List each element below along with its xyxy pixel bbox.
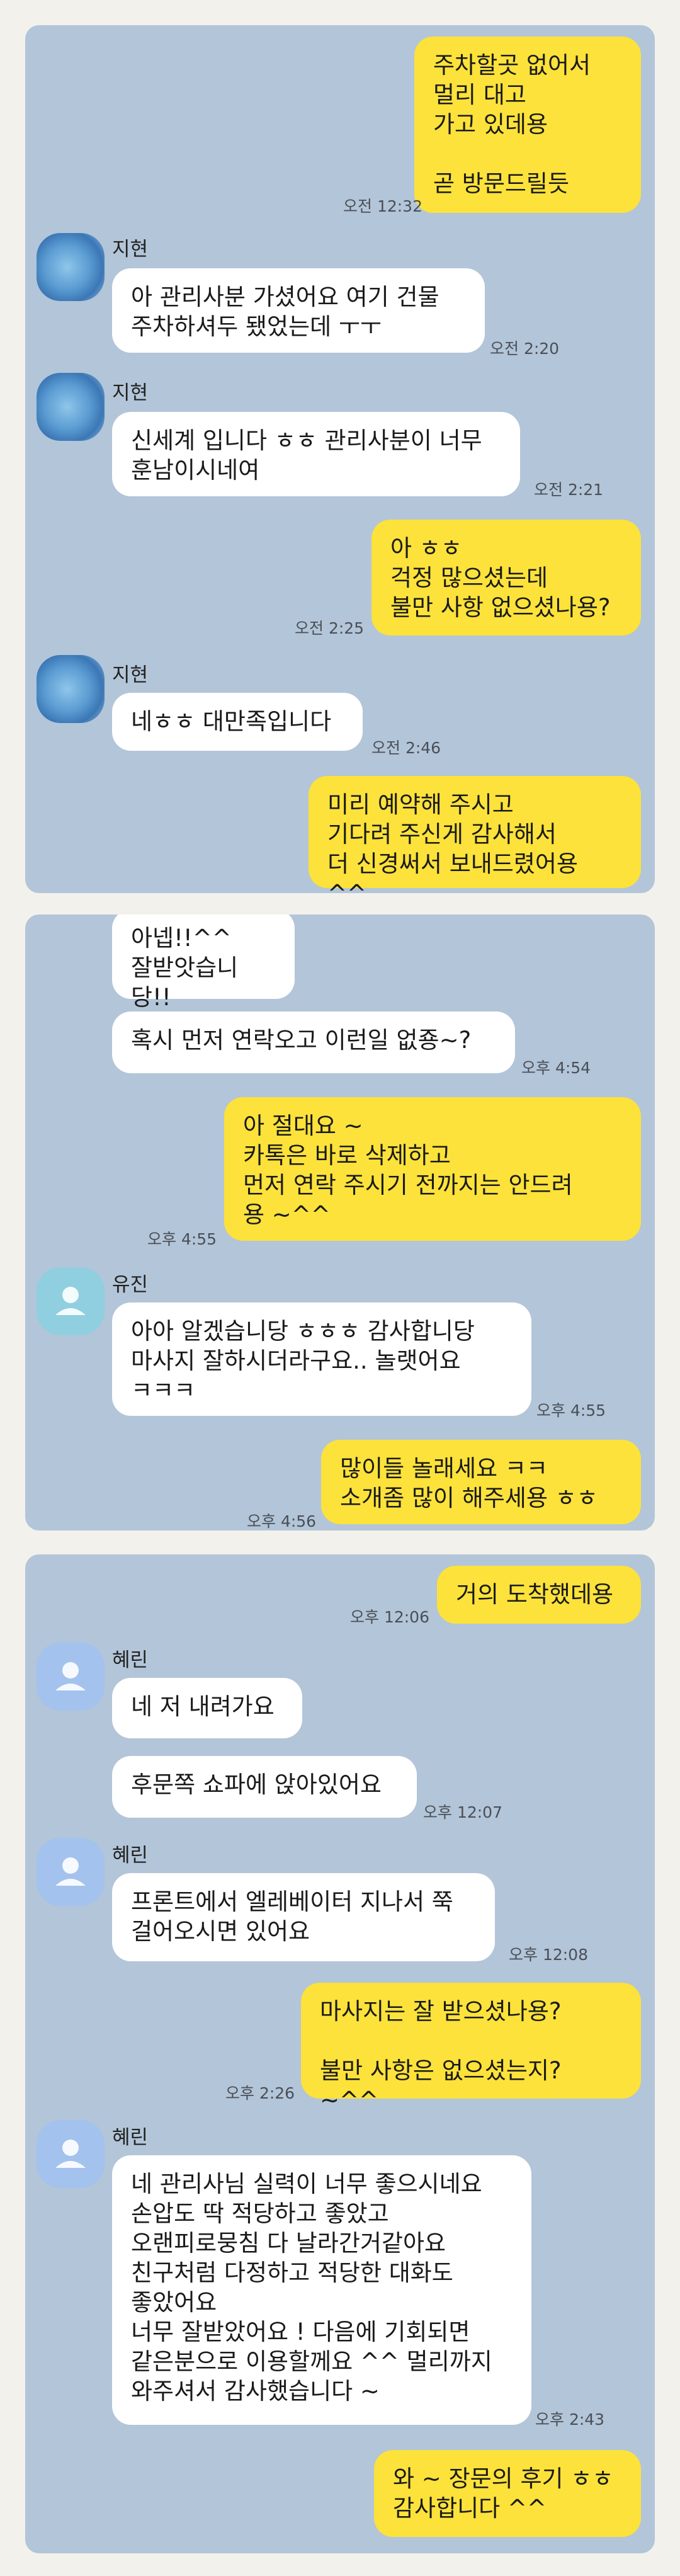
message-bubble-sent[interactable]: 미리 예약해 주시고 기다려 주신게 감사해서 더 신경써서 보내드렸어용 ^^ bbox=[309, 776, 641, 893]
sender-name: 혜린 bbox=[112, 2126, 149, 2149]
message-time: 오전 2:20 bbox=[490, 339, 560, 358]
message-time: 오후 12:08 bbox=[509, 1946, 588, 1964]
message-bubble-sent[interactable]: 와 ~ 장문의 후기 ㅎㅎ 감사합니다 ^^ bbox=[374, 2450, 641, 2537]
message-bubble-received[interactable]: 혹시 먼저 연락오고 이런일 없죵~? bbox=[112, 1012, 515, 1073]
message-time: 오후 2:43 bbox=[535, 2410, 605, 2429]
message-bubble-received[interactable]: 네ㅎㅎ 대만족입니다 bbox=[112, 693, 363, 751]
default-person-icon bbox=[55, 2140, 86, 2168]
message-time: 오후 12:07 bbox=[423, 1803, 502, 1821]
chat-panel-3: 거의 도착했데용 오후 12:06 혜린 네 저 내려가요 후문쪽 쇼파에 앉아… bbox=[25, 1554, 655, 2553]
message-bubble-sent[interactable]: 거의 도착했데용 bbox=[437, 1566, 641, 1624]
message-time: 오후 4:55 bbox=[536, 1401, 606, 1420]
message-bubble-sent[interactable]: 많이들 놀래세요 ㅋㅋ 소개좀 많이 해주세용 ㅎㅎ bbox=[321, 1440, 641, 1524]
message-bubble-sent[interactable]: 마사지는 잘 받으셨나용? 불만 사항은 없으셨는지? ~^^ bbox=[301, 1983, 641, 2114]
message-bubble-received[interactable]: 프론트에서 엘레베이터 지나서 쭉 걸어오시면 있어요 bbox=[112, 1873, 495, 1961]
message-bubble-sent[interactable]: 아 절대요 ~ 카톡은 바로 삭제하고 먼저 연락 주시기 전까지는 안드려 용… bbox=[224, 1097, 641, 1241]
message-time: 오후 4:54 bbox=[521, 1059, 591, 1077]
avatar[interactable] bbox=[37, 655, 105, 723]
message-bubble-received[interactable]: 아 관리사분 가셨어요 여기 건물 주차하셔두 됐었는데 ㅜㅜ bbox=[112, 268, 485, 353]
message-bubble-received[interactable]: 신세계 입니다 ㅎㅎ 관리사분이 너무 훈남이시네여 bbox=[112, 412, 520, 496]
message-time: 오전 2:21 bbox=[534, 481, 604, 499]
default-person-icon bbox=[55, 1287, 86, 1315]
message-bubble-received[interactable]: 아아 알겠습니당 ㅎㅎㅎ 감사합니당 마사지 잘하시더라구요.. 놀랫어요 ㅋㅋ… bbox=[112, 1302, 531, 1416]
message-bubble-received[interactable]: 네 관리사님 실력이 너무 좋으시네요 손압도 딱 적당하고 좋았고 오랜피로뭉… bbox=[112, 2155, 531, 2425]
message-bubble-sent[interactable]: 주차할곳 없어서 멀리 대고 가고 있데용 곧 방문드릴듯 bbox=[414, 37, 641, 213]
message-time: 오후 4:55 bbox=[147, 1230, 217, 1248]
avatar[interactable] bbox=[37, 1643, 105, 1711]
message-bubble-sent[interactable]: 아 ㅎㅎ 걱정 많으셨는데 불만 사항 없으셨나용? bbox=[371, 520, 641, 635]
avatar[interactable] bbox=[37, 1267, 105, 1335]
avatar[interactable] bbox=[37, 1838, 105, 1906]
sender-name: 지현 bbox=[112, 382, 149, 404]
sender-name: 혜린 bbox=[112, 1844, 149, 1867]
sender-name: 혜린 bbox=[112, 1649, 149, 1672]
chat-panel-2: 아넵!!^^ 잘받앗습니당!! 혹시 먼저 연락오고 이런일 없죵~? 오후 4… bbox=[25, 915, 655, 1530]
sender-name: 지현 bbox=[112, 664, 149, 687]
message-bubble-received[interactable]: 후문쪽 쇼파에 앉아있어요 bbox=[112, 1756, 417, 1818]
sender-name: 유진 bbox=[112, 1274, 149, 1296]
default-person-icon bbox=[55, 1662, 86, 1690]
message-time: 오후 4:56 bbox=[247, 1512, 317, 1530]
message-time: 오전 2:25 bbox=[295, 619, 365, 637]
message-time: 오전 12:32 bbox=[343, 197, 422, 215]
message-bubble-received[interactable]: 아넵!!^^ 잘받앗습니당!! bbox=[112, 915, 295, 1011]
default-person-icon bbox=[55, 1857, 86, 1886]
message-time: 오전 2:46 bbox=[371, 739, 441, 757]
chat-panel-1: 주차할곳 없어서 멀리 대고 가고 있데용 곧 방문드릴듯 오전 12:32 지… bbox=[25, 25, 655, 893]
message-time: 오후 12:06 bbox=[350, 1608, 429, 1626]
avatar[interactable] bbox=[37, 2120, 105, 2188]
message-bubble-received[interactable]: 네 저 내려가요 bbox=[112, 1678, 302, 1738]
message-time: 오후 2:26 bbox=[225, 2084, 295, 2102]
avatar[interactable] bbox=[37, 373, 105, 441]
avatar[interactable] bbox=[37, 233, 105, 301]
sender-name: 지현 bbox=[112, 238, 149, 261]
